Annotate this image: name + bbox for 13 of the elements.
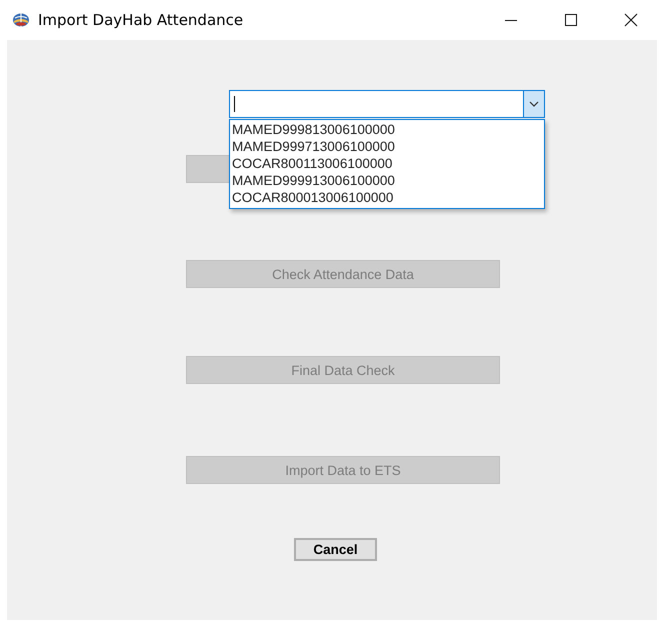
dropdown-option[interactable]: MAMED999813006100000 <box>232 121 542 138</box>
dropdown-option[interactable]: COCAR800113006100000 <box>232 155 542 172</box>
chevron-down-icon <box>529 101 539 107</box>
dropdown-button[interactable] <box>523 91 544 117</box>
dropdown-option[interactable]: MAMED999713006100000 <box>232 138 542 155</box>
text-cursor <box>234 96 235 112</box>
dropdown-option[interactable]: MAMED999913006100000 <box>232 172 542 189</box>
cancel-button[interactable]: Cancel <box>294 538 377 561</box>
window-title: Import DayHab Attendance <box>38 11 244 29</box>
globe-icon <box>12 12 30 28</box>
dropdown-option[interactable]: COCAR800013006100000 <box>232 189 542 206</box>
maximize-icon[interactable] <box>564 13 578 27</box>
close-icon[interactable] <box>624 13 638 27</box>
